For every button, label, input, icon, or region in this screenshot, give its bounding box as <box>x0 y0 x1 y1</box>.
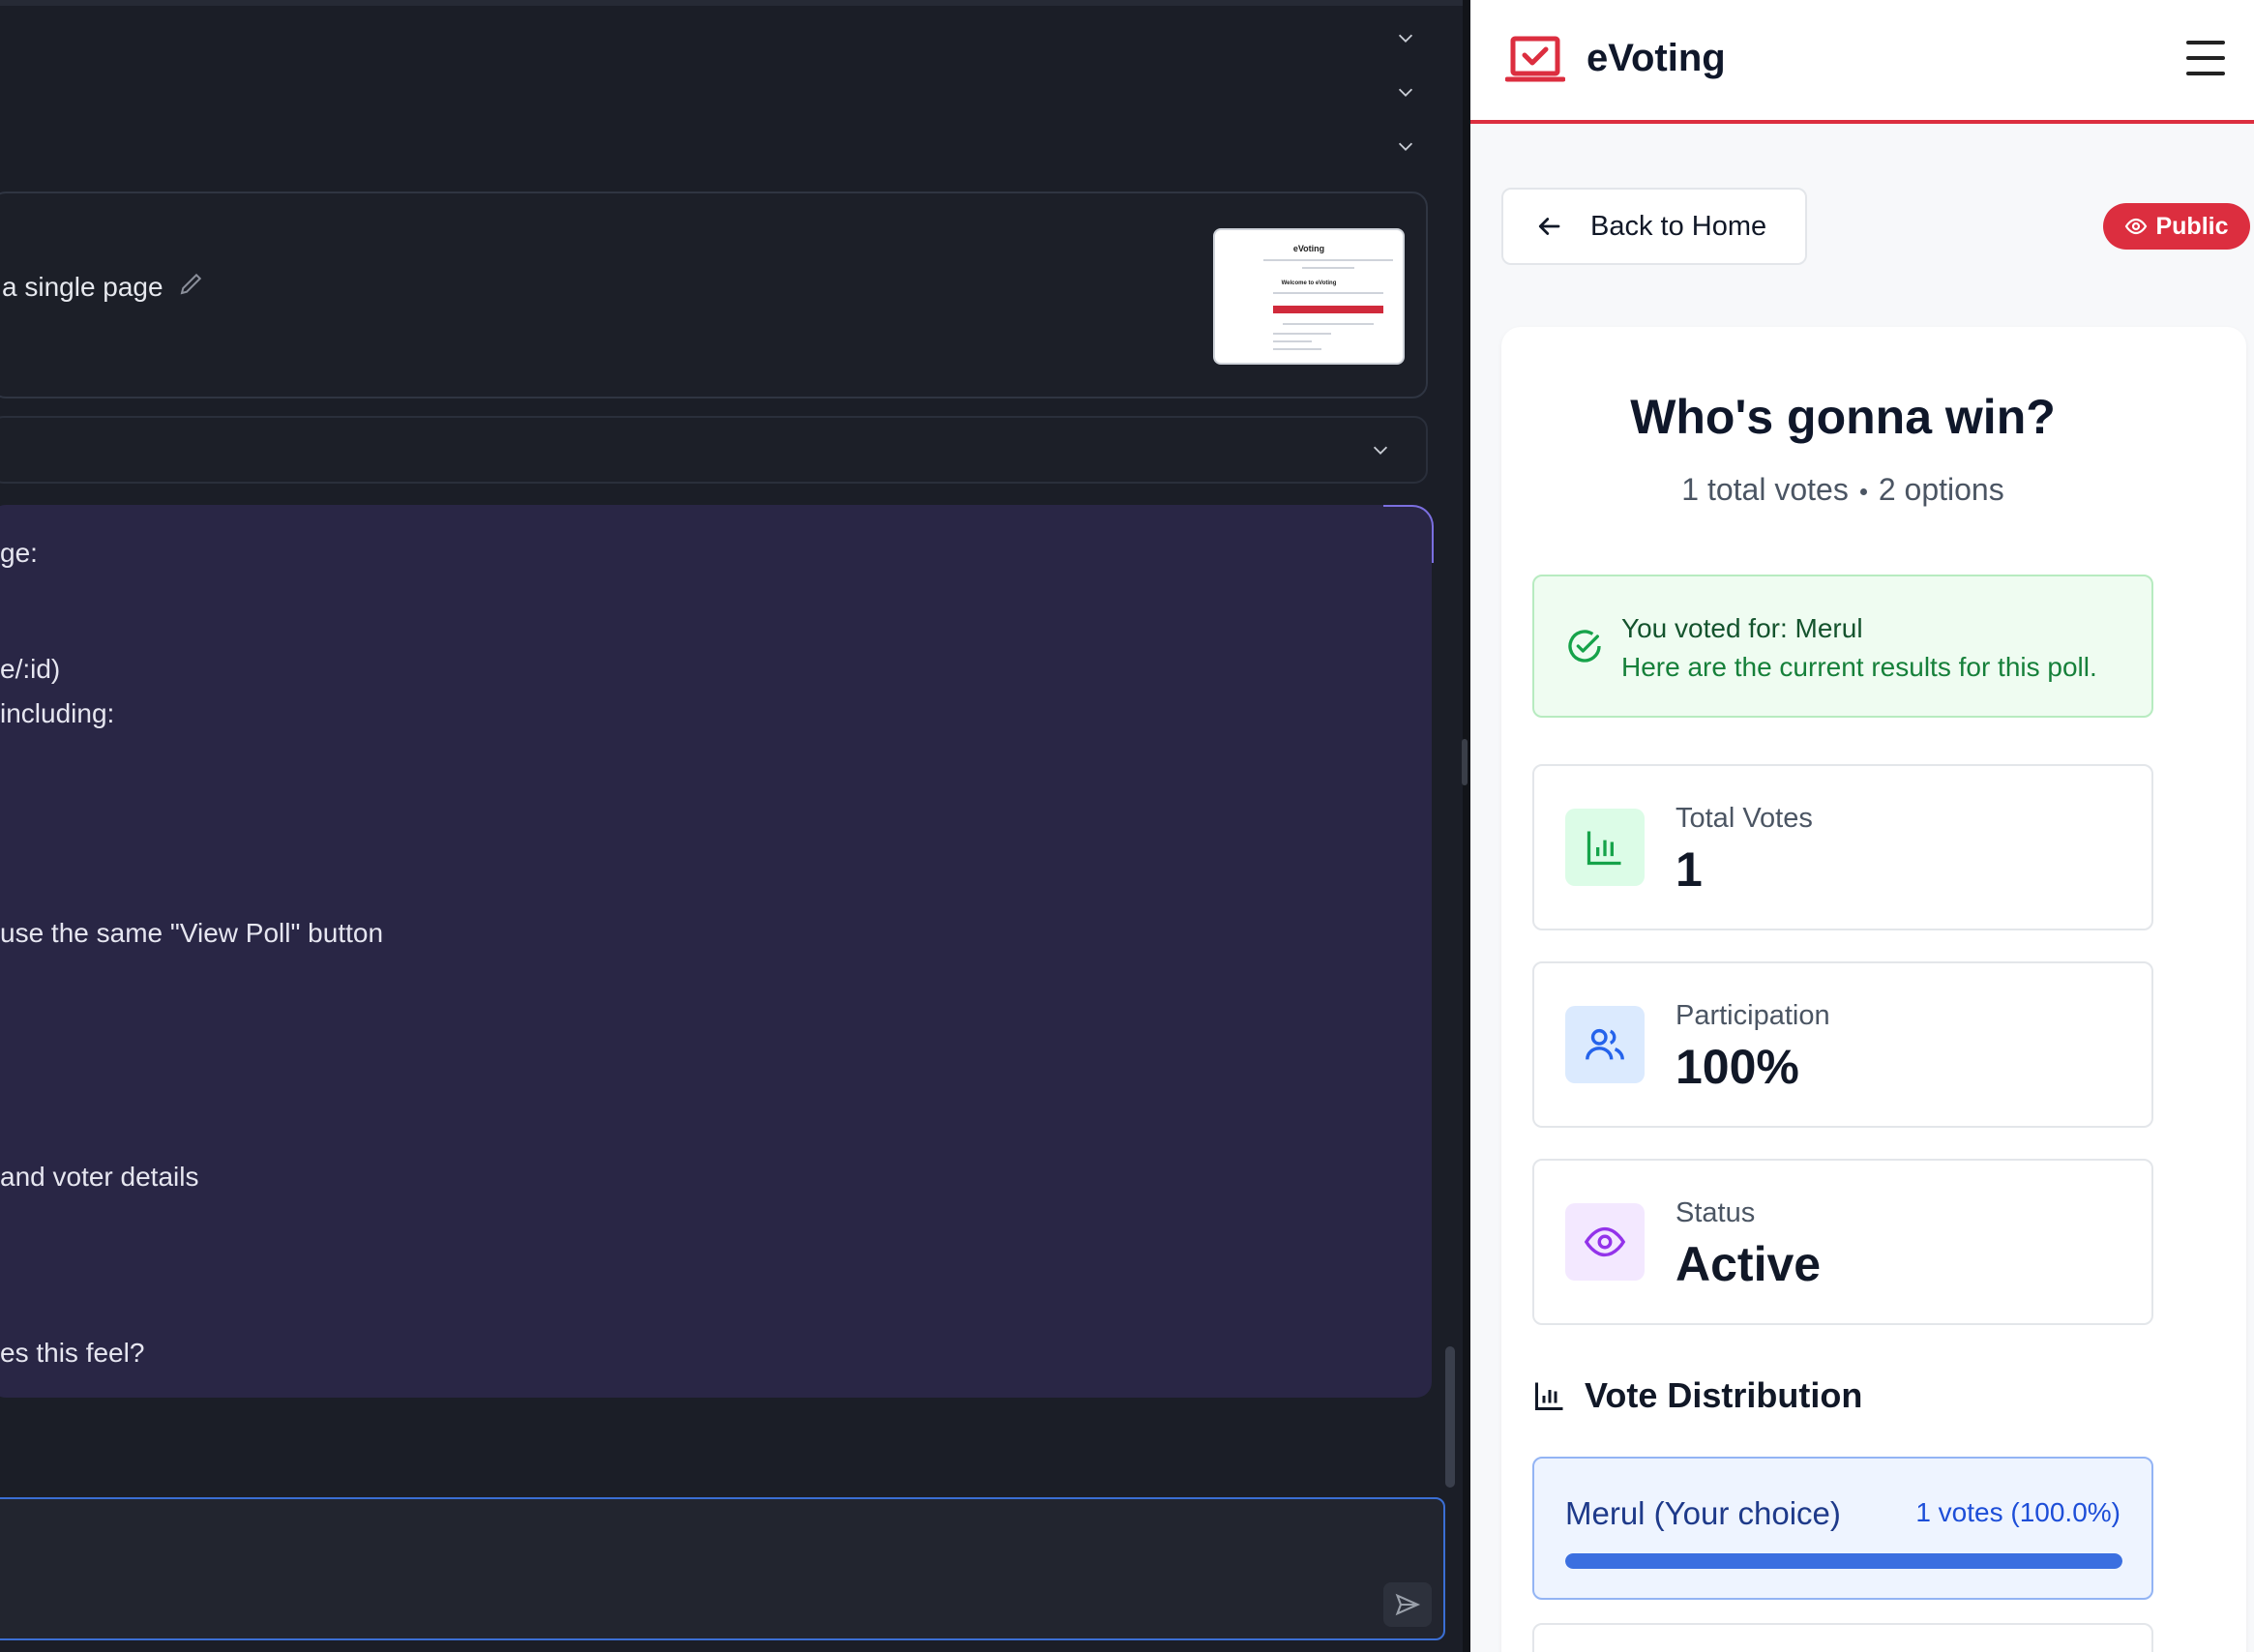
separator-dot <box>1859 488 1867 496</box>
attachment-title: a single page <box>2 271 163 302</box>
thumbnail-line <box>1302 267 1354 269</box>
thumbnail-line <box>1273 292 1383 294</box>
stat-value: 100% <box>1676 1040 1799 1094</box>
chevron-down-icon[interactable] <box>1391 132 1420 161</box>
brand-name[interactable]: eVoting <box>1587 37 1726 80</box>
thumbnail-line <box>1273 340 1312 342</box>
back-label: Back to Home <box>1590 210 1767 242</box>
option-name: Merul (Your choice) <box>1565 1495 1841 1531</box>
thumbnail-button <box>1273 306 1383 313</box>
app-header: eVoting <box>1470 0 2254 124</box>
stat-card-participation: Participation 100% <box>1532 961 2153 1128</box>
thumbnail-heading: Welcome to eVoting <box>1281 280 1337 286</box>
eye-icon <box>2125 218 2148 235</box>
message-line: ge: <box>0 538 38 568</box>
visibility-label: Public <box>2155 212 2229 240</box>
message-line: use the same "View Poll" button <box>0 918 384 948</box>
poll-subtitle: 1 total votes 2 options <box>1470 472 2215 508</box>
visibility-badge: Public <box>2103 203 2250 250</box>
users-icon <box>1565 1006 1645 1083</box>
message-line: including: <box>0 698 115 728</box>
chevron-down-icon[interactable] <box>1366 435 1395 464</box>
top-bar <box>0 0 1470 6</box>
stat-card-total-votes: Total Votes 1 <box>1532 764 2153 930</box>
option-result-merul: Merul (Your choice) 1 votes (100.0%) <box>1532 1457 2153 1600</box>
vote-distribution-title: Vote Distribution <box>1585 1375 1863 1415</box>
message-line: e/:id) <box>0 654 61 684</box>
stat-value: 1 <box>1676 842 1703 897</box>
app-preview: eVoting Back to Home Public Who's gonna … <box>1470 0 2254 1652</box>
vote-distribution-heading: Vote Distribution <box>1532 1375 1862 1416</box>
chat-pane: a single page eVoting Welcome to eVoting… <box>0 0 1470 1652</box>
thumbnail-line <box>1283 323 1374 325</box>
stat-label: Status <box>1676 1197 1756 1228</box>
pencil-icon[interactable] <box>177 269 206 305</box>
hamburger-menu-icon[interactable] <box>2186 41 2225 75</box>
attachment-thumbnail[interactable]: eVoting Welcome to eVoting <box>1213 228 1405 365</box>
chevron-down-icon[interactable] <box>1391 77 1420 106</box>
ballot-logo-icon[interactable] <box>1504 35 1566 85</box>
results-note: Here are the current results for this po… <box>1621 652 2097 682</box>
stat-label: Total Votes <box>1676 803 1813 834</box>
thumbnail-line <box>1273 333 1331 335</box>
option-progress-track <box>1565 1553 2122 1569</box>
stat-label: Participation <box>1676 1000 1830 1031</box>
bar-chart-icon <box>1565 809 1645 886</box>
thumbnail-line <box>1263 259 1393 261</box>
message-focus-outline <box>1383 505 1434 563</box>
scrollbar-thumb[interactable] <box>1445 1346 1455 1488</box>
total-votes-text: 1 total votes <box>1681 472 1849 507</box>
send-icon <box>1395 1593 1421 1616</box>
message-line: es this feel? <box>0 1338 145 1368</box>
bar-chart-icon <box>1535 1382 1563 1410</box>
arrow-left-icon <box>1538 218 1560 235</box>
thumbnail-title: eVoting <box>1292 244 1325 253</box>
pane-divider[interactable] <box>1463 0 1470 1652</box>
send-button[interactable] <box>1383 1582 1432 1627</box>
voted-for-text: You voted for: Merul <box>1621 613 1863 643</box>
resize-handle[interactable] <box>1462 739 1468 785</box>
option-progress-fill <box>1565 1553 2122 1569</box>
attachment-card[interactable]: a single page eVoting Welcome to eVoting <box>0 192 1428 398</box>
voted-banner: You voted for: Merul Here are the curren… <box>1532 575 2153 718</box>
back-to-home-button[interactable]: Back to Home <box>1501 188 1807 265</box>
eye-icon <box>1565 1203 1645 1281</box>
option-count: 1 votes (100.0%) <box>1915 1497 2121 1527</box>
options-text: 2 options <box>1878 472 2004 507</box>
option-result <box>1532 1623 2153 1652</box>
message-line: and voter details <box>0 1162 199 1192</box>
thumbnail-line <box>1273 348 1321 350</box>
stat-card-status: Status Active <box>1532 1159 2153 1325</box>
poll-title: Who's gonna win? <box>1630 390 2056 444</box>
collapsed-section[interactable] <box>0 416 1428 484</box>
assistant-message <box>0 505 1432 1398</box>
chevron-down-icon[interactable] <box>1391 23 1420 52</box>
chat-input[interactable] <box>0 1497 1445 1640</box>
stat-value: Active <box>1676 1237 1822 1291</box>
check-circle-icon <box>1568 630 1601 663</box>
attachment-title-row: a single page <box>2 269 206 305</box>
